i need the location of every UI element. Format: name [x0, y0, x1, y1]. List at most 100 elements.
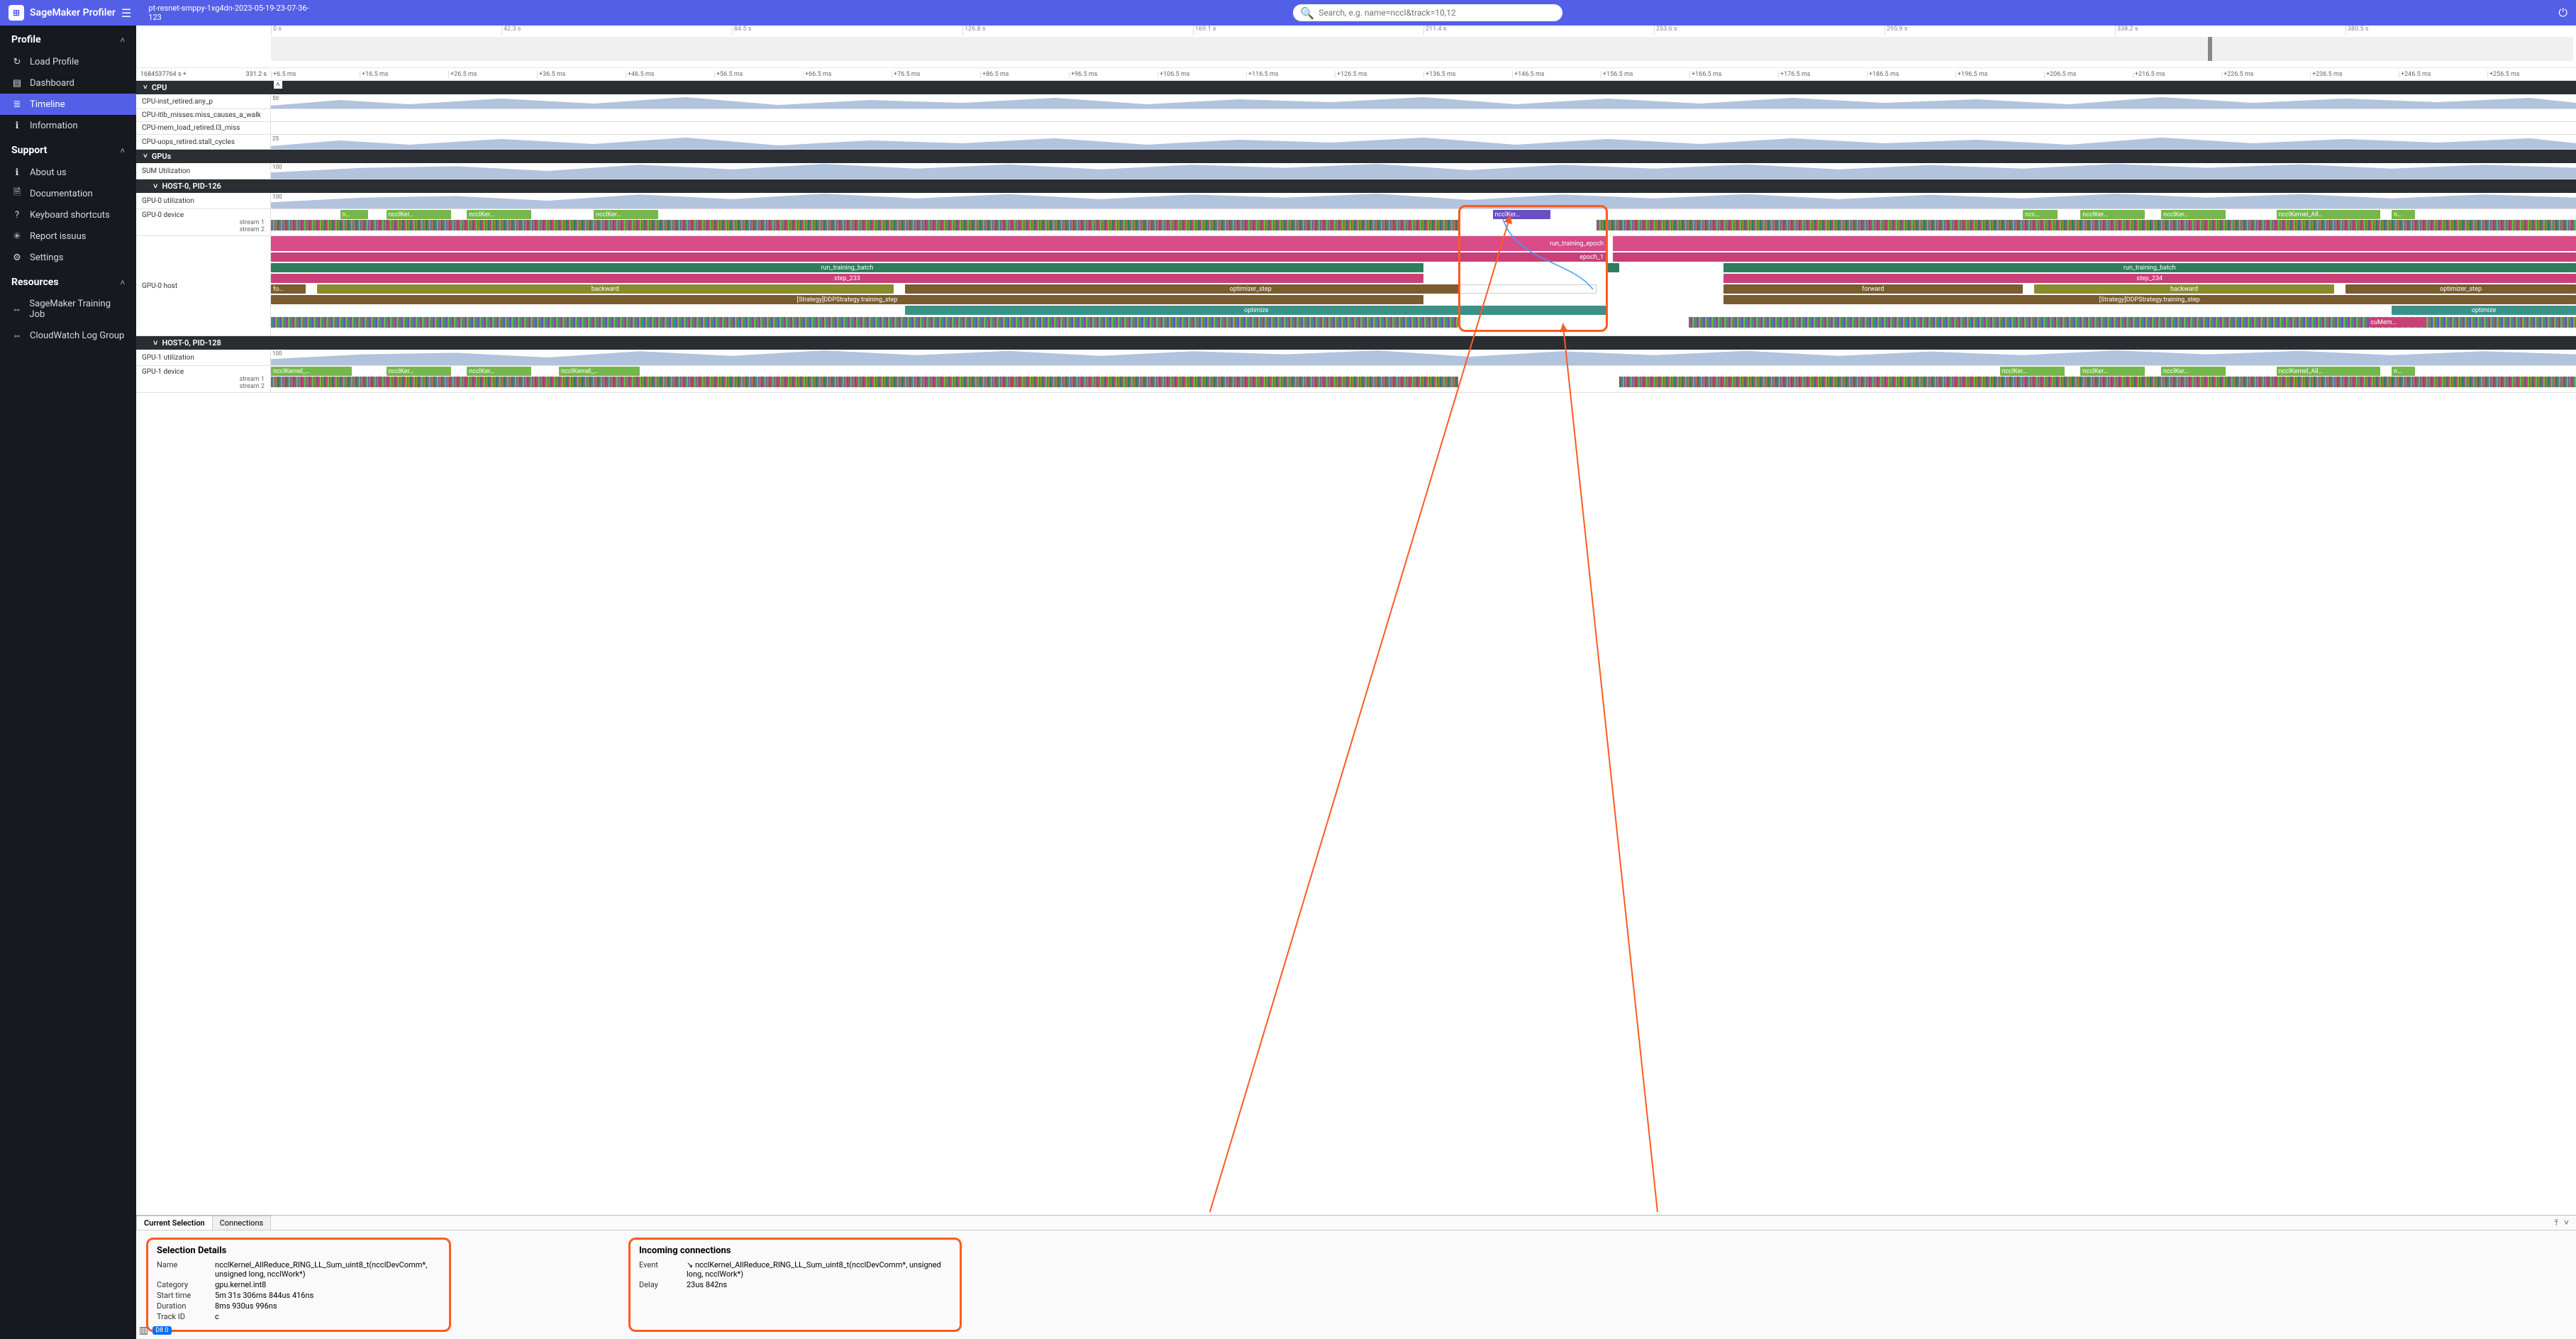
- gpu1-util-chart[interactable]: [271, 350, 2576, 365]
- v: 8ms 930us 996ns: [215, 1301, 440, 1311]
- cpu-metric-chart[interactable]: [271, 94, 2576, 109]
- span[interactable]: ncclKernel_…: [271, 367, 352, 376]
- sidebar-item-settings[interactable]: ⚙Settings: [0, 247, 136, 268]
- stream2-noise[interactable]: [271, 220, 2576, 230]
- span-selected[interactable]: ncclKer…: [1493, 210, 1550, 219]
- scroll-top-icon[interactable]: ⤒: [2555, 1218, 2558, 1228]
- group-host0[interactable]: ˅HOST-0, PID-126: [136, 179, 2576, 193]
- ms-ruler[interactable]: 1684537764 s + 331.2 s +6.5 ms+16.5 ms+2…: [136, 68, 2576, 81]
- panel-title: Selection Details: [157, 1245, 440, 1256]
- gpu1-device-lane[interactable]: ncclKernel_… ncclKer… ncclKer… ncclKerne…: [271, 366, 2576, 392]
- span[interactable]: backward: [317, 284, 894, 294]
- tab-connections[interactable]: Connections: [212, 1216, 271, 1230]
- gpu0-host-lane[interactable]: run_training_epoch epoch_1 run_training_…: [271, 236, 2576, 328]
- tick: 0 s: [271, 26, 501, 35]
- host-noise[interactable]: cuMem…: [271, 317, 2576, 328]
- span[interactable]: ncclKer…: [467, 210, 531, 219]
- footer-badge[interactable]: D8 0: [152, 1326, 171, 1335]
- sidebar-item-training-job[interactable]: ⇔SageMaker Training Job: [0, 294, 136, 325]
- k: Start time: [157, 1291, 206, 1300]
- overview-marker[interactable]: [2208, 37, 2212, 61]
- span[interactable]: run_training_epoch: [271, 236, 1608, 251]
- cpu-metric-chart[interactable]: [271, 109, 2576, 121]
- sidebar-item-about[interactable]: ℹAbout us: [0, 162, 136, 183]
- tick: +226.5 ms: [2221, 71, 2310, 78]
- chevron-down-icon[interactable]: ˅: [2564, 1218, 2569, 1228]
- span[interactable]: step_234: [1723, 274, 2576, 283]
- power-icon[interactable]: ⏻: [2544, 6, 2567, 20]
- span[interactable]: [Strategy]DDPStrategy.training_step: [271, 295, 1423, 304]
- span[interactable]: ncclKer…: [2080, 210, 2145, 219]
- gpu-sum-chart[interactable]: [271, 163, 2576, 179]
- span[interactable]: ncc…: [2023, 210, 2058, 219]
- span[interactable]: optimizer_step: [2345, 284, 2576, 294]
- span[interactable]: ncclKer…: [2000, 367, 2065, 376]
- span[interactable]: run_training_batch: [1723, 263, 2576, 272]
- search-box[interactable]: 🔍: [1293, 4, 1562, 21]
- span[interactable]: forward: [1723, 284, 2023, 294]
- cpu-metric-chart[interactable]: [271, 122, 2576, 133]
- span[interactable]: optimize: [2392, 306, 2576, 315]
- span[interactable]: epoch_1: [271, 252, 1608, 262]
- tick: +126.5 ms: [1335, 71, 1423, 78]
- sidebar-section-profile[interactable]: Profile ˄: [0, 26, 136, 51]
- gpu0-util-chart[interactable]: [271, 193, 2576, 209]
- span[interactable]: [1613, 236, 2576, 251]
- stats-icon[interactable]: ▥: [139, 1325, 148, 1336]
- span[interactable]: [Strategy]DDPStrategy.training_step: [1723, 295, 2576, 304]
- span[interactable]: [1613, 252, 2576, 262]
- search-input[interactable]: [1318, 8, 1555, 18]
- cpu-metric-chart[interactable]: [271, 135, 2576, 149]
- span[interactable]: cuMem…: [2369, 318, 2426, 327]
- sidebar-item-timeline[interactable]: ≣Timeline: [0, 94, 136, 115]
- span[interactable]: step_233: [271, 274, 1423, 283]
- span[interactable]: ncclKernel_…: [559, 367, 640, 376]
- timeline-tracks[interactable]: ˅CPU CPU-inst_retired.any_p50 CPU-itlb_m…: [136, 81, 2576, 1215]
- label: Load Profile: [30, 57, 79, 67]
- span[interactable]: [1458, 284, 1597, 294]
- span[interactable]: n…: [2392, 210, 2415, 219]
- sidebar-item-dashboard[interactable]: ▤Dashboard: [0, 72, 136, 94]
- span[interactable]: ncclKer…: [387, 210, 451, 219]
- sidebar-item-report[interactable]: ✳Report issuus: [0, 226, 136, 247]
- span[interactable]: ncclKer…: [594, 210, 658, 219]
- span[interactable]: ncclKer…: [387, 367, 451, 376]
- group-cpu[interactable]: ˅CPU: [136, 81, 2576, 94]
- span[interactable]: optimize: [905, 306, 1608, 315]
- span[interactable]: n…: [340, 210, 368, 219]
- span[interactable]: [1608, 263, 1619, 272]
- span[interactable]: run_training_batch: [271, 263, 1423, 272]
- sidebar-item-docs[interactable]: 🗎Documentation: [0, 183, 136, 204]
- span[interactable]: ncclKernel_All…: [2277, 367, 2380, 376]
- span[interactable]: ncclKer…: [467, 367, 531, 376]
- stream2-noise[interactable]: [271, 377, 2576, 387]
- row-label: SUM Utilization: [136, 163, 271, 179]
- group-gpus[interactable]: ˅GPUs: [136, 150, 2576, 163]
- tick: 380.5 s: [2345, 26, 2576, 35]
- sidebar-item-cloudwatch[interactable]: ⇔CloudWatch Log Group: [0, 325, 136, 346]
- sidebar-item-load-profile[interactable]: ↻Load Profile: [0, 51, 136, 72]
- tab-current-selection[interactable]: Current Selection: [136, 1216, 213, 1230]
- span[interactable]: ncclKer…: [2161, 367, 2226, 376]
- collapse-overview-icon[interactable]: ˄: [274, 81, 282, 89]
- span[interactable]: ncclKer…: [2161, 210, 2226, 219]
- selection-details-box: Selection Details NamencclKernel_AllRedu…: [146, 1238, 451, 1332]
- overview-strip[interactable]: 0 s42.3 s84.5 s126.8 s169.1 s211.4 s253.…: [136, 26, 2576, 68]
- label: SageMaker Training Job: [29, 299, 125, 320]
- row-label: CPU-itlb_misses.miss_causes_a_walk: [136, 109, 271, 121]
- span[interactable]: ncclKernel_All…: [2277, 210, 2380, 219]
- group-host1[interactable]: ˅HOST-0, PID-128: [136, 336, 2576, 350]
- base-time: 1684537764 s +: [140, 71, 187, 78]
- y-scale: 50: [272, 95, 279, 101]
- sidebar-section-support[interactable]: Support ˄: [0, 136, 136, 162]
- sidebar-section-resources[interactable]: Resources ˄: [0, 268, 136, 294]
- gpu0-device-lane[interactable]: n… ncclKer… ncclKer… ncclKer… ncclKer… n…: [271, 209, 2576, 235]
- span[interactable]: backward: [2034, 284, 2334, 294]
- span[interactable]: n…: [2392, 367, 2415, 376]
- span[interactable]: fo…: [271, 284, 306, 294]
- sidebar-item-shortcuts[interactable]: ?Keyboard shortcuts: [0, 204, 136, 226]
- section-title: Resources: [11, 277, 59, 288]
- sidebar-item-information[interactable]: ℹInformation: [0, 115, 136, 136]
- menu-icon[interactable]: ☰: [121, 6, 131, 20]
- span[interactable]: ncclKer…: [2080, 367, 2145, 376]
